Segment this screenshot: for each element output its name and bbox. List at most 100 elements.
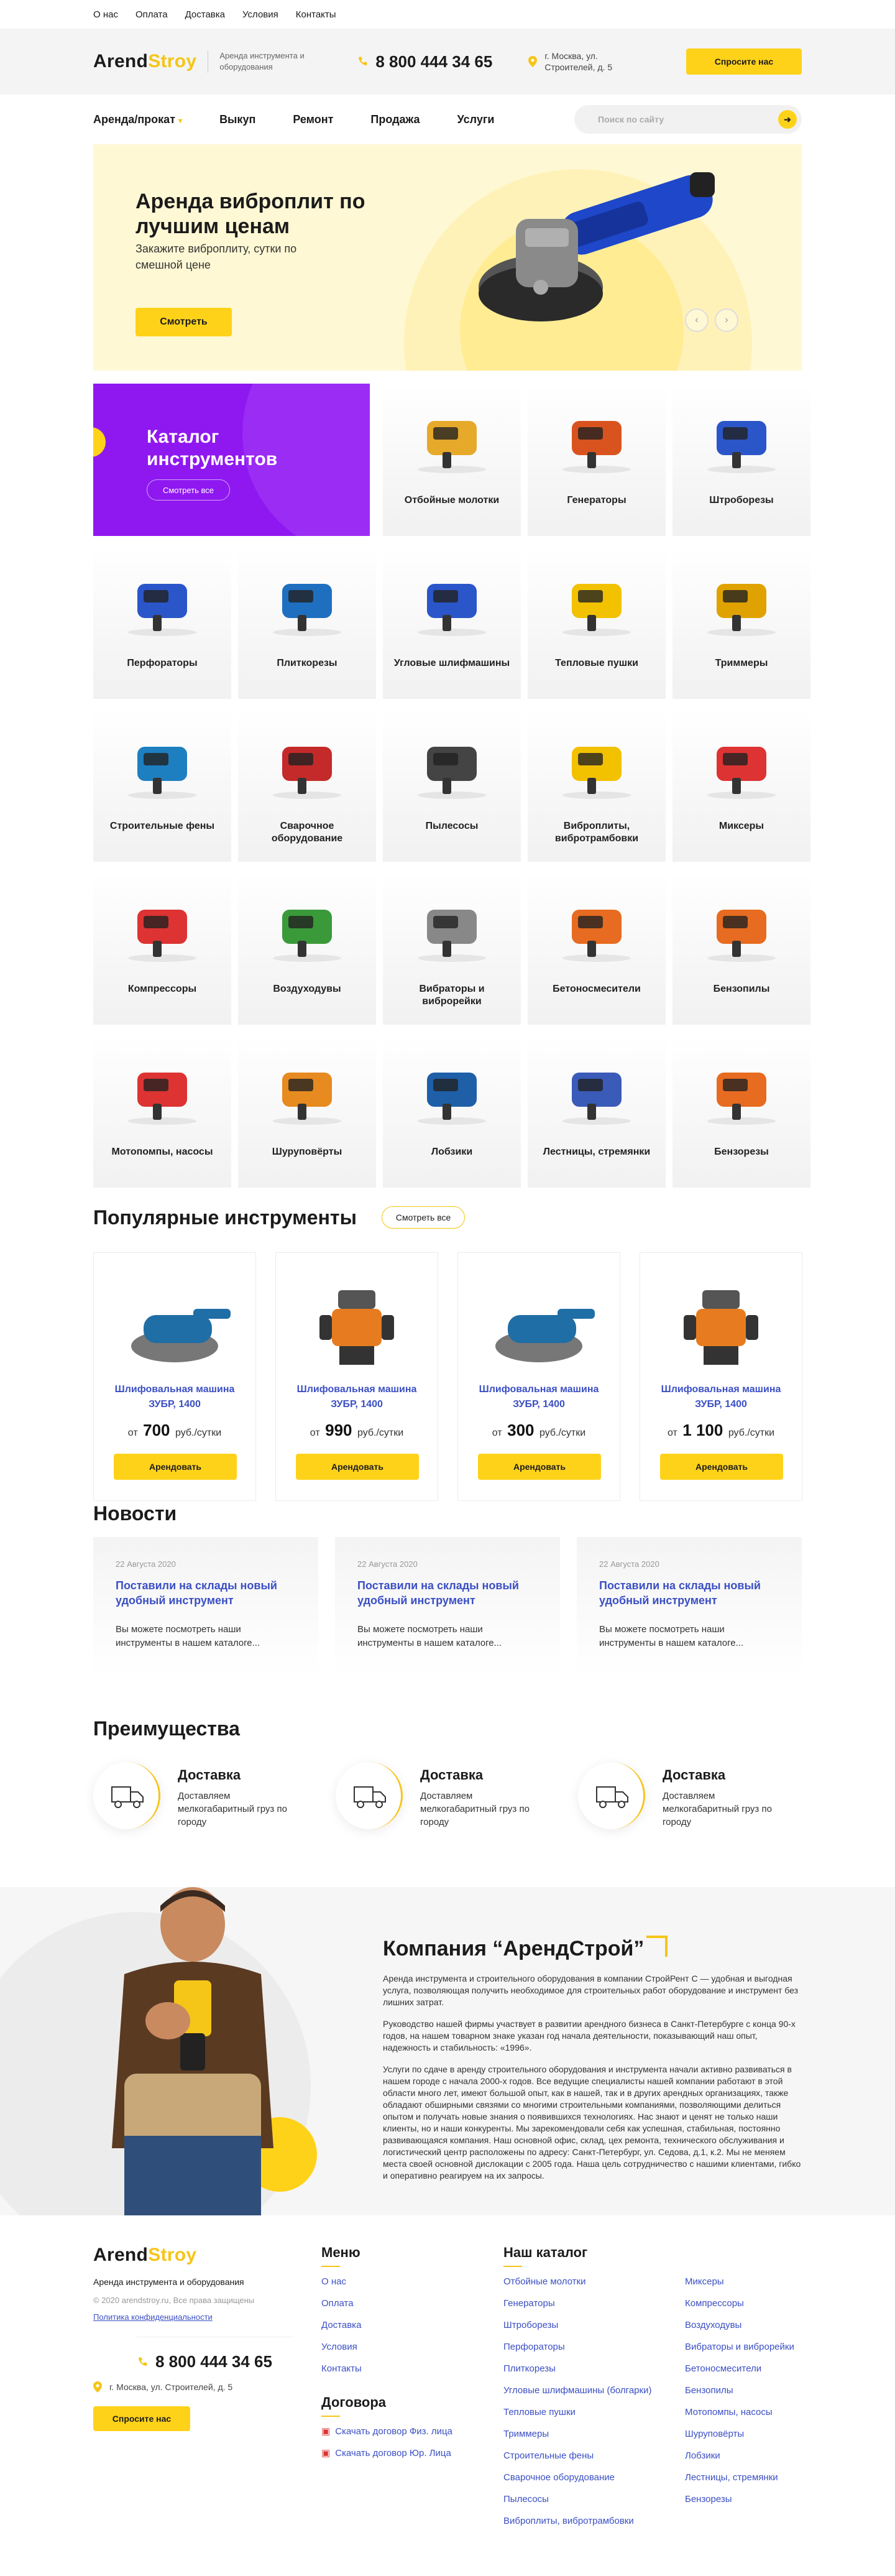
rent-button[interactable]: Арендовать: [478, 1454, 601, 1480]
product-card[interactable]: Шлифовальная машина ЗУБР, 1400 от 300 руб…: [457, 1252, 620, 1501]
chevron-down-icon: ▾: [178, 116, 183, 125]
product-card[interactable]: Шлифовальная машина ЗУБР, 1400 от 990 руб…: [275, 1252, 438, 1501]
footer-catalog-link[interactable]: Миксеры: [685, 2271, 828, 2292]
top-nav-payment[interactable]: Оплата: [135, 9, 168, 20]
product-name[interactable]: Шлифовальная машина ЗУБР, 1400: [282, 1382, 431, 1412]
catalog-tile[interactable]: Лестницы, стремянки: [528, 1035, 666, 1188]
news-card[interactable]: 22 Августа 2020 Поставили на склады новый…: [577, 1537, 802, 1675]
nav-rent[interactable]: Аренда/прокат ▾: [93, 113, 182, 126]
download-contract-link[interactable]: ▣ Скачать договор Юр. Лица: [321, 2442, 477, 2464]
catalog-tile[interactable]: Компрессоры: [93, 872, 231, 1025]
product-name[interactable]: Шлифовальная машина ЗУБР, 1400: [100, 1382, 249, 1412]
catalog-tile[interactable]: Триммеры: [672, 547, 810, 699]
news-title-link[interactable]: Поставили на склады новый удобный инстру…: [116, 1578, 302, 1608]
footer-catalog-link[interactable]: Угловые шлифмашины (болгарки): [503, 2380, 684, 2401]
nav-buyout[interactable]: Выкуп: [219, 113, 255, 126]
catalog-tile[interactable]: Виброплиты, вибротрамбовки: [528, 709, 666, 862]
footer-catalog-link[interactable]: Пылесосы: [503, 2488, 684, 2510]
footer-menu-link[interactable]: Условия: [321, 2336, 477, 2358]
footer-catalog-link[interactable]: Штроборезы: [503, 2314, 684, 2336]
hero-next-arrow[interactable]: ›: [715, 308, 738, 332]
top-nav-delivery[interactable]: Доставка: [185, 9, 225, 20]
footer-catalog-link[interactable]: Строительные фены: [503, 2445, 684, 2467]
news-card[interactable]: 22 Августа 2020 Поставили на склады новый…: [93, 1537, 318, 1675]
footer-catalog-link[interactable]: Лестницы, стремянки: [685, 2467, 828, 2488]
product-name[interactable]: Шлифовальная машина ЗУБР, 1400: [464, 1382, 613, 1412]
nav-services[interactable]: Услуги: [457, 113, 495, 126]
footer-catalog-link[interactable]: Триммеры: [503, 2423, 684, 2445]
footer-catalog-link[interactable]: Шуруповёрты: [685, 2423, 828, 2445]
hero-prev-arrow[interactable]: ‹: [685, 308, 709, 332]
catalog-tile[interactable]: Строительные фены: [93, 709, 231, 862]
logo[interactable]: ArendStroy: [93, 51, 196, 72]
download-contract-link[interactable]: ▣ Скачать договор Физ. лица: [321, 2421, 477, 2442]
footer-catalog-link[interactable]: Воздуходувы: [685, 2314, 828, 2336]
footer-catalog-link[interactable]: Бетоносмесители: [685, 2358, 828, 2380]
nav-sale[interactable]: Продажа: [370, 113, 420, 126]
catalog-tile[interactable]: Миксеры: [672, 709, 810, 862]
product-name[interactable]: Шлифовальная машина ЗУБР, 1400: [646, 1382, 796, 1412]
news-card[interactable]: 22 Августа 2020 Поставили на склады новый…: [335, 1537, 560, 1675]
top-nav-contacts[interactable]: Контакты: [296, 9, 336, 20]
header-phone[interactable]: 8 800 444 34 65: [357, 52, 492, 72]
footer-menu-link[interactable]: Оплата: [321, 2292, 477, 2314]
privacy-policy-link[interactable]: Политика конфиденциальности: [93, 2312, 292, 2322]
search-submit-icon[interactable]: ➜: [778, 110, 797, 129]
catalog-tile[interactable]: Отбойные молотки: [383, 384, 521, 536]
search-input[interactable]: Поиск по сайту ➜: [574, 105, 802, 134]
product-card[interactable]: Шлифовальная машина ЗУБР, 1400 от 700 руб…: [93, 1252, 256, 1501]
popular-see-all-button[interactable]: Смотреть все: [381, 1206, 466, 1229]
rent-button[interactable]: Арендовать: [660, 1454, 783, 1480]
news-title-link[interactable]: Поставили на склады новый удобный инстру…: [357, 1578, 544, 1608]
footer-copyright: © 2020 arendstroy.ru, Все права защищены: [93, 2296, 255, 2305]
catalog-tile[interactable]: Воздуходувы: [238, 872, 376, 1025]
catalog-tile[interactable]: Сварочное оборудование: [238, 709, 376, 862]
footer-catalog-link[interactable]: Мотопомпы, насосы: [685, 2401, 828, 2423]
catalog-tile[interactable]: Угловые шлифмашины: [383, 547, 521, 699]
footer-catalog-link[interactable]: Сварочное оборудование: [503, 2467, 684, 2488]
catalog-tile[interactable]: Штроборезы: [672, 384, 810, 536]
catalog-tile[interactable]: Плиткорезы: [238, 547, 376, 699]
footer-logo[interactable]: ArendStroy: [93, 2245, 292, 2266]
rent-button[interactable]: Арендовать: [296, 1454, 419, 1480]
ask-us-button[interactable]: Спросите нас: [686, 48, 802, 75]
catalog-tile[interactable]: Вибраторы и виброрейки: [383, 872, 521, 1025]
top-nav-about[interactable]: О нас: [93, 9, 118, 20]
footer-ask-button[interactable]: Спросите нас: [93, 2406, 190, 2431]
top-nav-terms[interactable]: Условия: [242, 9, 278, 20]
footer-catalog-link[interactable]: Вибраторы и виброрейки: [685, 2336, 828, 2358]
catalog-tile[interactable]: Перфораторы: [93, 547, 231, 699]
catalog-tile[interactable]: Пылесосы: [383, 709, 521, 862]
catalog-tile[interactable]: Бетоносмесители: [528, 872, 666, 1025]
catalog-promo[interactable]: Каталог инструментов Смотреть все: [93, 384, 370, 536]
footer-catalog-link[interactable]: Лобзики: [685, 2445, 828, 2467]
catalog-tile[interactable]: Генераторы: [528, 384, 666, 536]
catalog-tile[interactable]: Бензорезы: [672, 1035, 810, 1188]
footer-menu-link[interactable]: Доставка: [321, 2314, 477, 2336]
footer-menu-link[interactable]: О нас: [321, 2271, 477, 2292]
nav-repair[interactable]: Ремонт: [293, 113, 333, 126]
header-address: г. Москва, ул. Строителей, д. 5: [528, 50, 631, 73]
hero-see-button[interactable]: Смотреть: [135, 308, 232, 336]
product-card[interactable]: Шлифовальная машина ЗУБР, 1400 от 1 100 р…: [640, 1252, 802, 1501]
catalog-tile[interactable]: Шуруповёрты: [238, 1035, 376, 1188]
footer-catalog-link[interactable]: Отбойные молотки: [503, 2271, 684, 2292]
footer-catalog-link[interactable]: Виброплиты, вибротрамбовки: [503, 2510, 684, 2532]
catalog-tile-label: Виброплиты, вибротрамбовки: [554, 821, 639, 844]
catalog-tile[interactable]: Лобзики: [383, 1035, 521, 1188]
footer-catalog-link[interactable]: Плиткорезы: [503, 2358, 684, 2380]
footer-catalog-link[interactable]: Бензорезы: [685, 2488, 828, 2510]
catalog-tile[interactable]: Бензопилы: [672, 872, 810, 1025]
rent-button[interactable]: Арендовать: [114, 1454, 237, 1480]
footer-phone[interactable]: 8 800 444 34 65: [137, 2337, 292, 2371]
footer-catalog-link[interactable]: Бензопилы: [685, 2380, 828, 2401]
catalog-tile[interactable]: Мотопомпы, насосы: [93, 1035, 231, 1188]
catalog-tile[interactable]: Тепловые пушки: [528, 547, 666, 699]
footer-catalog-link[interactable]: Генераторы: [503, 2292, 684, 2314]
footer-catalog-link[interactable]: Тепловые пушки: [503, 2401, 684, 2423]
catalog-see-all-button[interactable]: Смотреть все: [147, 479, 230, 501]
footer-catalog-link[interactable]: Компрессоры: [685, 2292, 828, 2314]
news-title-link[interactable]: Поставили на склады новый удобный инстру…: [599, 1578, 786, 1608]
footer-menu-link[interactable]: Контакты: [321, 2358, 477, 2380]
footer-catalog-link[interactable]: Перфораторы: [503, 2336, 684, 2358]
